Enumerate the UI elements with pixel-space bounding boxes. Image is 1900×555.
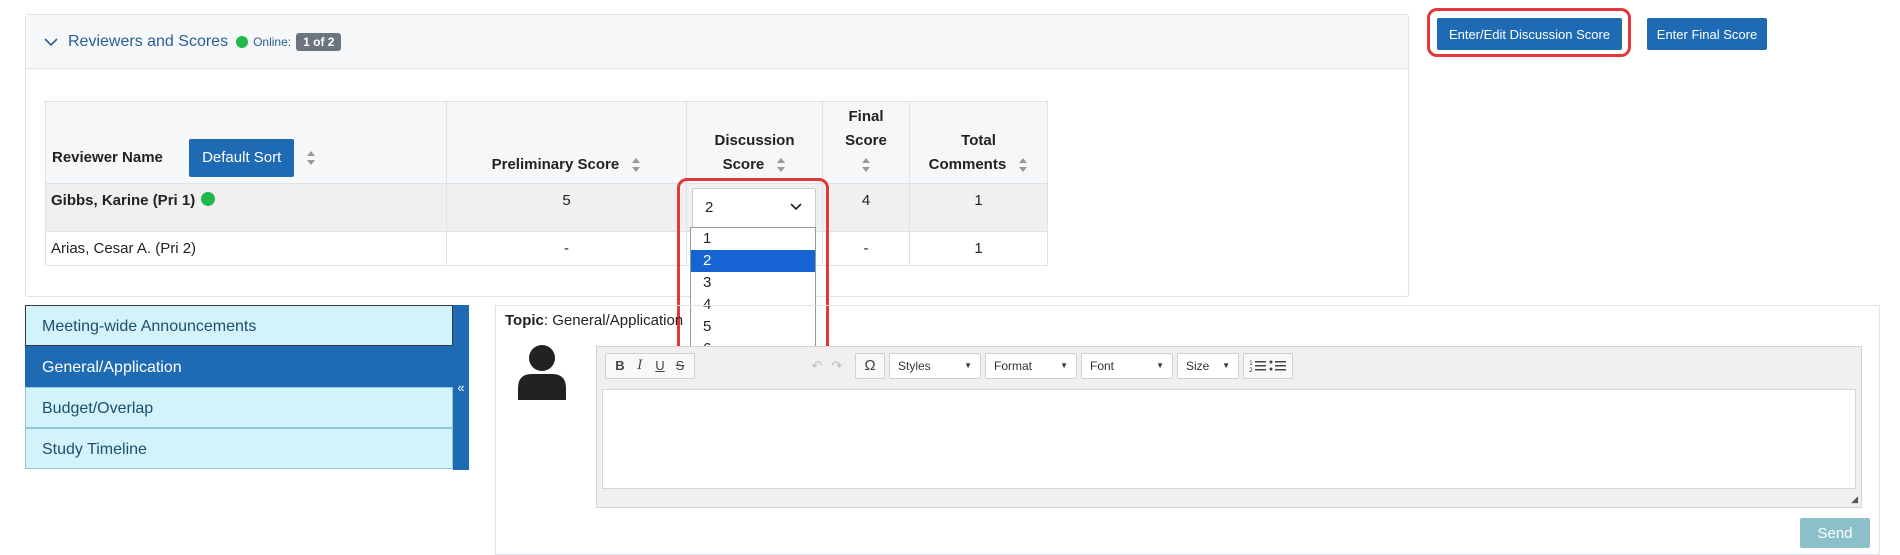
online-count-badge: 1 of 2 [296, 32, 342, 51]
score-option[interactable]: 3 [691, 272, 815, 294]
dropdown-arrow-icon: ▼ [1222, 361, 1230, 370]
preliminary-score-cell: - [446, 231, 687, 266]
italic-icon[interactable]: I [630, 358, 650, 373]
reviewer-name-cell: Arias, Cesar A. (Pri 2) [45, 231, 447, 266]
svg-text:2: 2 [1249, 367, 1253, 373]
rich-text-editor: B I U S ↶ ↷ Ω Styles ▼ Format ▼ Font ▼ Size… [596, 346, 1862, 508]
avatar-icon [518, 345, 566, 400]
reviewer-name-cell: Gibbs, Karine (Pri 1) [45, 183, 447, 232]
default-sort-button[interactable]: Default Sort [189, 139, 295, 177]
topic-study-timeline[interactable]: Study Timeline [25, 428, 453, 469]
column-reviewer-name: Reviewer Name Default Sort [45, 101, 447, 184]
scores-table: Reviewer Name Default Sort Preliminary S… [45, 101, 1048, 266]
text-format-group: B I U S [605, 352, 695, 379]
undo-icon[interactable]: ↶ [807, 358, 827, 374]
sort-icon[interactable] [776, 157, 786, 173]
sort-icon[interactable] [306, 150, 316, 166]
online-label: Online: [253, 34, 292, 49]
total-comments-cell: 1 [909, 231, 1048, 266]
chevron-down-icon[interactable] [44, 35, 58, 49]
styles-label: Styles [898, 358, 931, 373]
size-combo[interactable]: Size ▼ [1177, 352, 1239, 379]
sort-icon[interactable] [631, 157, 641, 173]
discussion-header-line1: Discussion [714, 132, 795, 149]
sort-icon[interactable] [861, 157, 871, 173]
table-row: Arias, Cesar A. (Pri 2) - - 1 [45, 231, 1048, 266]
svg-text:1: 1 [1249, 360, 1253, 367]
reviewers-header[interactable]: Reviewers and Scores Online: 1 of 2 [26, 15, 1408, 69]
score-option-selected[interactable]: 2 [691, 250, 815, 272]
enter-edit-discussion-score-button[interactable]: Enter/Edit Discussion Score [1437, 18, 1622, 50]
table-row: Gibbs, Karine (Pri 1) 5 4 1 [45, 183, 1048, 232]
total-header-line2: Comments [928, 156, 1007, 173]
discussion-panel: Topic: General/Application B I U S ↶ ↷ Ω… [495, 305, 1880, 555]
numbered-list-icon[interactable]: 12 [1248, 359, 1268, 373]
topic-general-application[interactable]: General/Application [25, 346, 453, 387]
undo-redo-group: ↶ ↷ [803, 353, 851, 379]
preliminary-header: Preliminary Score [491, 156, 620, 173]
online-status-icon [236, 35, 249, 48]
online-status-icon [201, 192, 216, 206]
underline-icon[interactable]: U [650, 358, 670, 373]
enter-final-score-button[interactable]: Enter Final Score [1647, 18, 1767, 50]
format-combo[interactable]: Format ▼ [985, 352, 1077, 379]
editor-toolbar: B I U S ↶ ↷ Ω Styles ▼ Format ▼ Font ▼ Size… [597, 347, 1861, 384]
final-score-cell: 4 [822, 183, 910, 232]
special-char-group: Ω [855, 352, 885, 379]
discussion-header-line2: Score [722, 156, 765, 173]
format-label: Format [994, 358, 1033, 373]
dropdown-arrow-icon: ▼ [1156, 361, 1164, 370]
total-comments-cell: 1 [909, 183, 1048, 232]
resize-handle-icon[interactable]: ◢ [1851, 494, 1858, 505]
topic-meeting-wide-announcements[interactable]: Meeting-wide Announcements [25, 305, 453, 346]
bulleted-list-icon[interactable] [1268, 359, 1288, 373]
topic-nav: Meeting-wide Announcements General/Appli… [25, 305, 469, 470]
section-title[interactable]: Reviewers and Scores [68, 33, 228, 51]
list-group: 12 [1243, 352, 1293, 379]
styles-combo[interactable]: Styles ▼ [889, 352, 981, 379]
font-label: Font [1090, 358, 1115, 373]
bold-icon[interactable]: B [610, 358, 630, 373]
preliminary-score-cell: 5 [446, 183, 687, 232]
total-header-line1: Total [961, 132, 996, 149]
chevron-down-icon[interactable] [789, 202, 803, 212]
dropdown-arrow-icon: ▼ [964, 361, 972, 370]
sort-icon[interactable] [1018, 157, 1028, 173]
final-header-line2: Score [845, 132, 887, 149]
font-combo[interactable]: Font ▼ [1081, 352, 1173, 379]
column-discussion: Discussion Score [686, 101, 823, 184]
column-final: Final Score [822, 101, 910, 184]
special-character-icon[interactable]: Ω [860, 357, 880, 374]
size-label: Size [1186, 358, 1210, 373]
dropdown-arrow-icon: ▼ [1060, 361, 1068, 370]
topic-line: Topic: General/Application [505, 312, 684, 329]
selected-value: 2 [705, 199, 714, 216]
strikethrough-icon[interactable]: S [670, 358, 690, 373]
editor-content-area[interactable] [602, 389, 1856, 489]
final-score-cell: - [822, 231, 910, 266]
reviewer-name: Gibbs, Karine (Pri 1) [51, 192, 196, 209]
redo-icon[interactable]: ↷ [827, 358, 847, 374]
reviewer-name-header: Reviewer Name [52, 148, 163, 166]
topic-label: Topic [505, 312, 544, 329]
topic-budget-overlap[interactable]: Budget/Overlap [25, 387, 453, 428]
topic-value: General/Application [552, 312, 684, 329]
collapse-sidebar-button[interactable]: « [453, 305, 469, 470]
column-preliminary: Preliminary Score [446, 101, 687, 184]
discussion-score-select[interactable]: 2 [692, 188, 816, 228]
column-total-comments: Total Comments [909, 101, 1048, 184]
score-option[interactable]: 1 [691, 228, 815, 250]
final-header-line1: Final [848, 108, 884, 125]
